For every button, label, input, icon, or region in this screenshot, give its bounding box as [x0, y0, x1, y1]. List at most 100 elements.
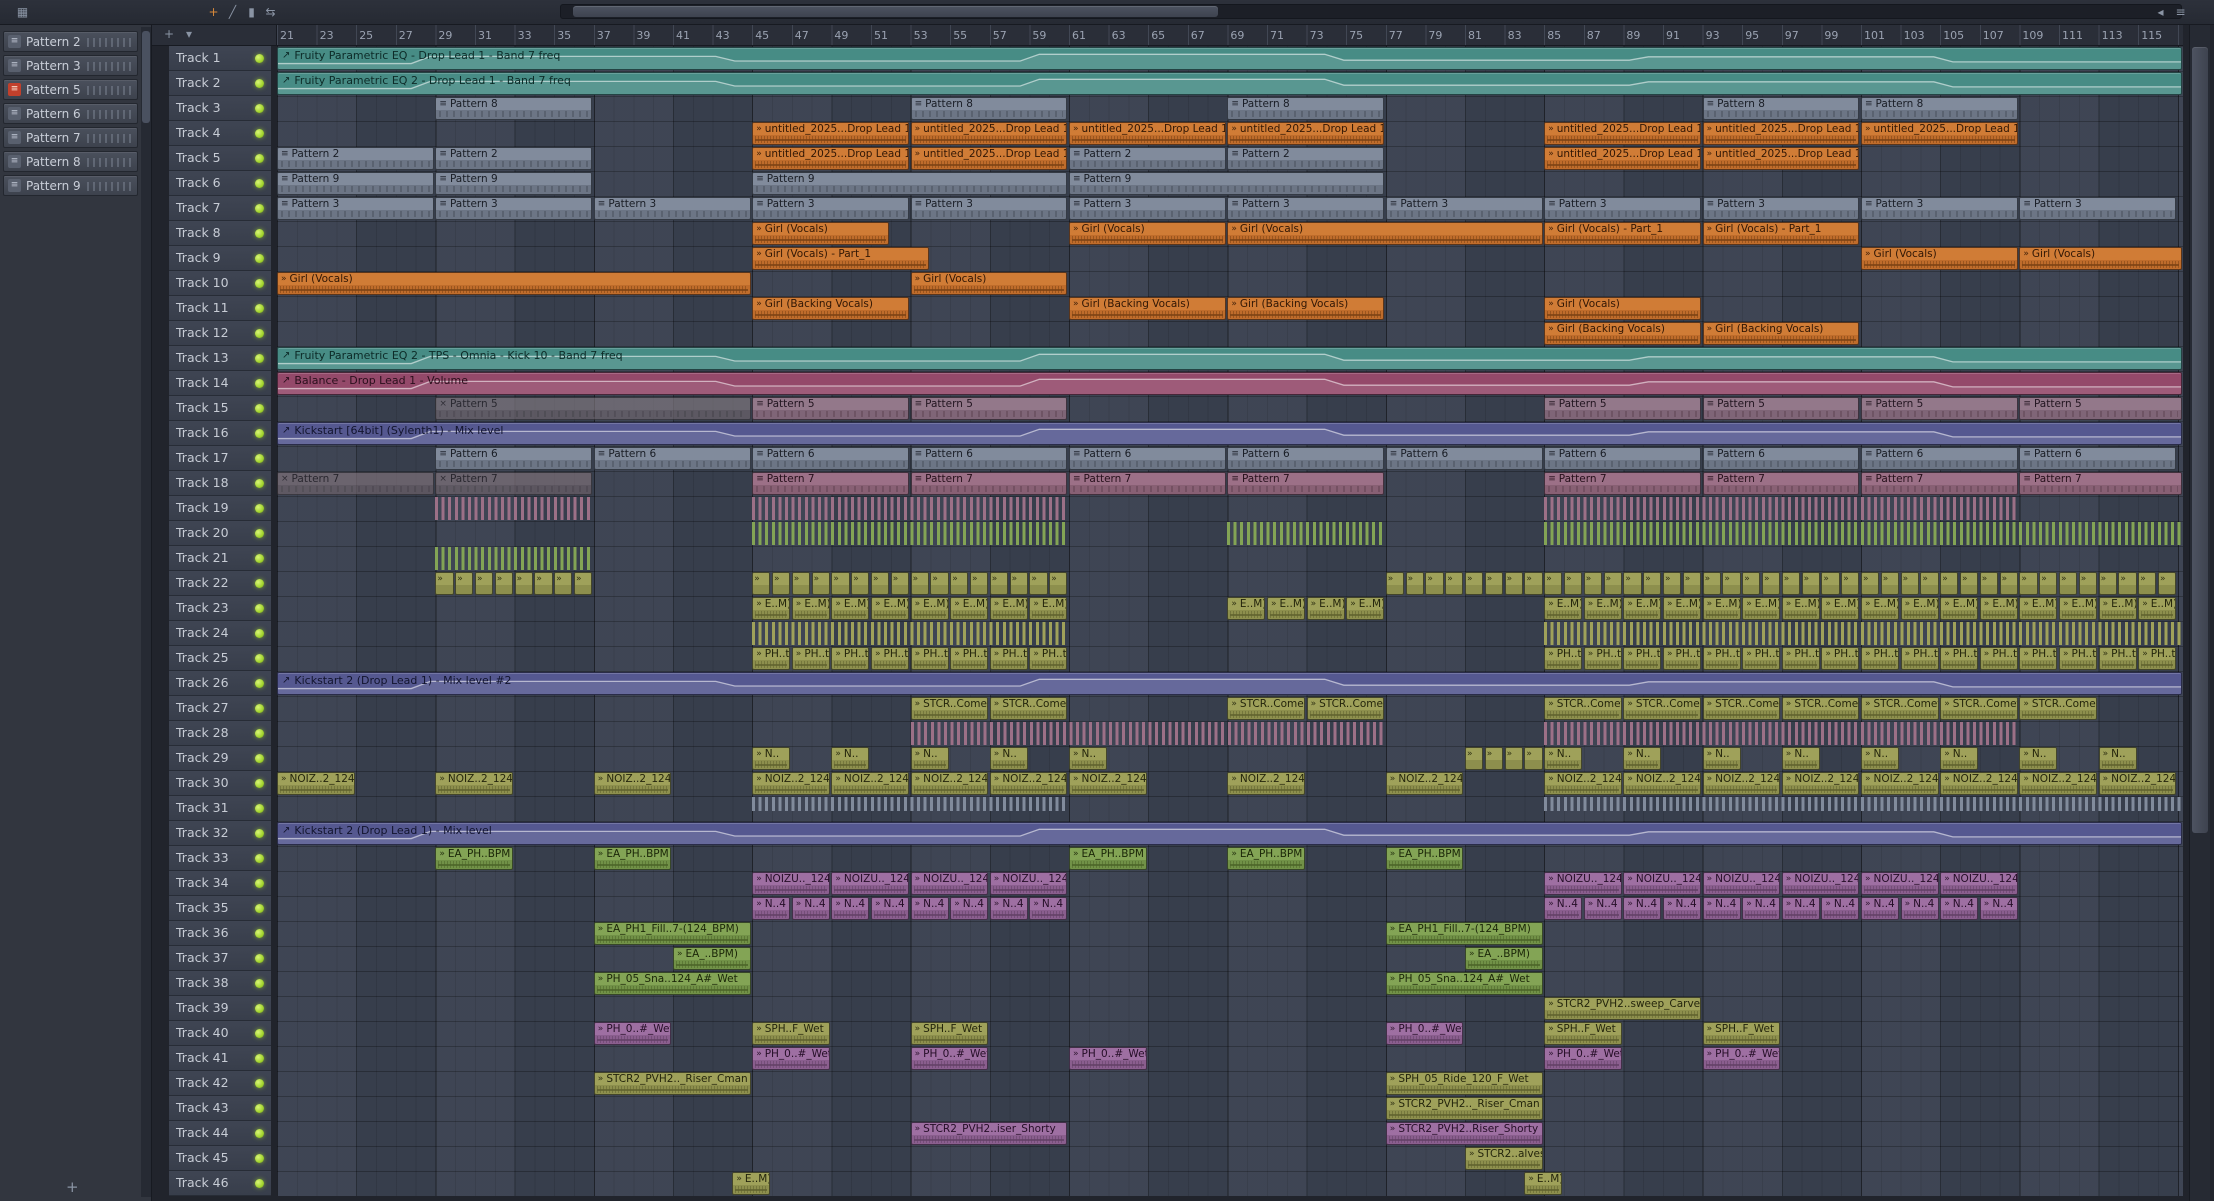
clip-audio[interactable]: » E..M): [1861, 597, 1900, 620]
clip-audio[interactable]: » Girl (Vocals): [1861, 247, 2018, 270]
clip-pattern[interactable]: ≡ Pattern 7: [1227, 472, 1385, 495]
clip-audio[interactable]: » E..M): [1979, 597, 2018, 620]
track-name[interactable]: Track 16: [169, 421, 271, 446]
clip-audio[interactable]: »: [2098, 572, 2117, 595]
clip-audio[interactable]: »: [1524, 572, 1543, 595]
clip-audio[interactable]: » Girl (Vocals): [910, 272, 1068, 295]
track-mute-led[interactable]: [255, 1129, 264, 1138]
options-menu-icon[interactable]: ≡: [2172, 4, 2189, 21]
clip-pattern[interactable]: ≡ Pattern 3: [1702, 197, 1860, 220]
clip-audio[interactable]: » PH_0..#_Wet: [1544, 1047, 1622, 1070]
clip-audio[interactable]: » Girl (Vocals) - Part_1: [1544, 222, 1702, 245]
clip-audio[interactable]: » PH..t: [989, 647, 1028, 670]
clip-audio[interactable]: » PH..t: [871, 647, 910, 670]
track-mute-led[interactable]: [255, 454, 264, 463]
pattern-item[interactable]: ≡ Pattern 3: [3, 55, 138, 76]
clip-audio[interactable]: » STCR..Comet: [1544, 697, 1622, 720]
clip-audio[interactable]: » N..4: [791, 897, 830, 920]
clip-audio[interactable]: » E..M): [1900, 597, 1939, 620]
clip-audio[interactable]: » E..M): [910, 597, 949, 620]
clip-audio[interactable]: » NOIZ..2_124: [1702, 772, 1781, 795]
clip-audio[interactable]: » E..M): [1346, 597, 1385, 620]
track-mute-led[interactable]: [255, 1054, 264, 1063]
clip-preview[interactable]: [752, 622, 1068, 645]
clip-audio[interactable]: » NOIZ..2_124: [1781, 772, 1860, 795]
clip-pattern[interactable]: ≡ Pattern 7: [752, 472, 910, 495]
clip-pattern[interactable]: ≡ Pattern 6: [752, 447, 910, 470]
clip-audio[interactable]: »: [1029, 572, 1048, 595]
clip-audio[interactable]: » N..: [1544, 747, 1583, 770]
track-name[interactable]: Track 23: [169, 596, 271, 621]
pattern-item[interactable]: ≡ Pattern 8: [3, 151, 138, 172]
clip-audio[interactable]: » N..4: [1029, 897, 1068, 920]
track-mute-led[interactable]: [255, 429, 264, 438]
timeline-ruler[interactable]: 21 23 25 27 29 31 33 35 37 39 41 43 45 47 49 51 53 55 57 59…: [277, 25, 2183, 46]
clip-audio[interactable]: » E..M): [1940, 597, 1979, 620]
clip-audio[interactable]: » STCR..Comet: [989, 697, 1068, 720]
clip-audio[interactable]: »: [871, 572, 890, 595]
clip-audio[interactable]: »: [1663, 572, 1682, 595]
clip-pattern[interactable]: ≡ Pattern 6: [910, 447, 1068, 470]
track-mute-led[interactable]: [255, 204, 264, 213]
track-mute-led[interactable]: [255, 329, 264, 338]
track-mute-led[interactable]: [255, 154, 264, 163]
clip-audio[interactable]: » EA_PH1_Fill..7-(124_BPM): [593, 922, 751, 945]
clip-pattern[interactable]: ≡ Pattern 9: [1069, 172, 1385, 195]
clip-audio[interactable]: »: [1960, 572, 1979, 595]
clip-audio[interactable]: »: [1544, 572, 1563, 595]
track-name[interactable]: Track 42: [169, 1071, 271, 1096]
track-name[interactable]: Track 18: [169, 471, 271, 496]
clip-audio[interactable]: » Girl (Vocals) - Part_1: [1702, 222, 1860, 245]
clip-audio[interactable]: » N..: [1623, 747, 1662, 770]
clip-audio[interactable]: »: [1564, 572, 1583, 595]
clip-audio[interactable]: » E..M): [1781, 597, 1820, 620]
clip-audio[interactable]: » E..M): [2138, 597, 2177, 620]
clip-pattern[interactable]: ≡ Pattern 6: [1702, 447, 1860, 470]
clip-audio[interactable]: »: [831, 572, 850, 595]
track-name[interactable]: Track 1: [169, 46, 271, 71]
clip-audio[interactable]: »: [1465, 747, 1484, 770]
clip-audio[interactable]: » N..4: [1663, 897, 1702, 920]
track-name[interactable]: Track 34: [169, 871, 271, 896]
clip-audio[interactable]: » NOIZ..2_124: [593, 772, 672, 795]
clip-audio[interactable]: » E..M): [2098, 597, 2137, 620]
clip-audio[interactable]: » Girl (Backing Vocals): [1544, 322, 1702, 345]
clip-audio[interactable]: » N..: [2019, 747, 2058, 770]
clip-audio[interactable]: » N..4: [1702, 897, 1741, 920]
clip-audio[interactable]: » PH..t: [1781, 647, 1820, 670]
pattern-item[interactable]: ≡ Pattern 7: [3, 127, 138, 148]
clip-audio[interactable]: » STCR2_PVH2..iser_Shorty: [910, 1122, 1068, 1145]
clip-audio[interactable]: » STCR..Comet: [1940, 697, 2018, 720]
track-name[interactable]: Track 15: [169, 396, 271, 421]
clip-audio[interactable]: »: [1821, 572, 1840, 595]
clip-pattern[interactable]: ≡ Pattern 3: [1227, 197, 1385, 220]
clip-pattern[interactable]: ≡ Pattern 8: [435, 97, 593, 120]
clip-audio[interactable]: » untitled_2025...Drop Lead 1: [1702, 122, 1860, 145]
clip-audio[interactable]: » PH_0..#_Wet: [1069, 1047, 1147, 1070]
track-mute-led[interactable]: [255, 79, 264, 88]
track-name[interactable]: Track 26: [169, 671, 271, 696]
track-name[interactable]: Track 24: [169, 621, 271, 646]
clip-pattern[interactable]: ≡ Pattern 7: [1861, 472, 2018, 495]
clip-audio[interactable]: » NOIZ..2_124: [1940, 772, 2018, 795]
clip-audio[interactable]: » N..4: [1742, 897, 1781, 920]
paint-tool-icon[interactable]: ▮: [243, 4, 260, 21]
track-name[interactable]: Track 37: [169, 946, 271, 971]
clip-audio[interactable]: » PH..t: [1544, 647, 1583, 670]
track-mute-led[interactable]: [255, 129, 264, 138]
clip-audio[interactable]: »: [1385, 572, 1405, 595]
clip-audio[interactable]: »: [435, 572, 454, 595]
track-name[interactable]: Track 20: [169, 521, 271, 546]
clip-audio[interactable]: » N..: [989, 747, 1028, 770]
clip-audio[interactable]: » Girl (Vocals): [1227, 222, 1543, 245]
clip-audio[interactable]: » EA_PH..BPM: [593, 847, 672, 870]
clip-audio[interactable]: » Girl (Vocals): [1544, 297, 1702, 320]
clip-automation[interactable]: ↗ Fruity Parametric EQ - Drop Lead 1 - Ba…: [277, 47, 2183, 70]
clip-preview[interactable]: [752, 522, 1068, 545]
draw-tool-icon[interactable]: ╱: [224, 4, 241, 21]
clip-audio[interactable]: »: [1425, 572, 1444, 595]
clip-audio[interactable]: » PH..t: [1940, 647, 1979, 670]
clip-pattern[interactable]: ≡ Pattern 2: [1069, 147, 1226, 170]
track-mute-led[interactable]: [255, 1079, 264, 1088]
clip-pattern[interactable]: ≡ Pattern 3: [752, 197, 910, 220]
